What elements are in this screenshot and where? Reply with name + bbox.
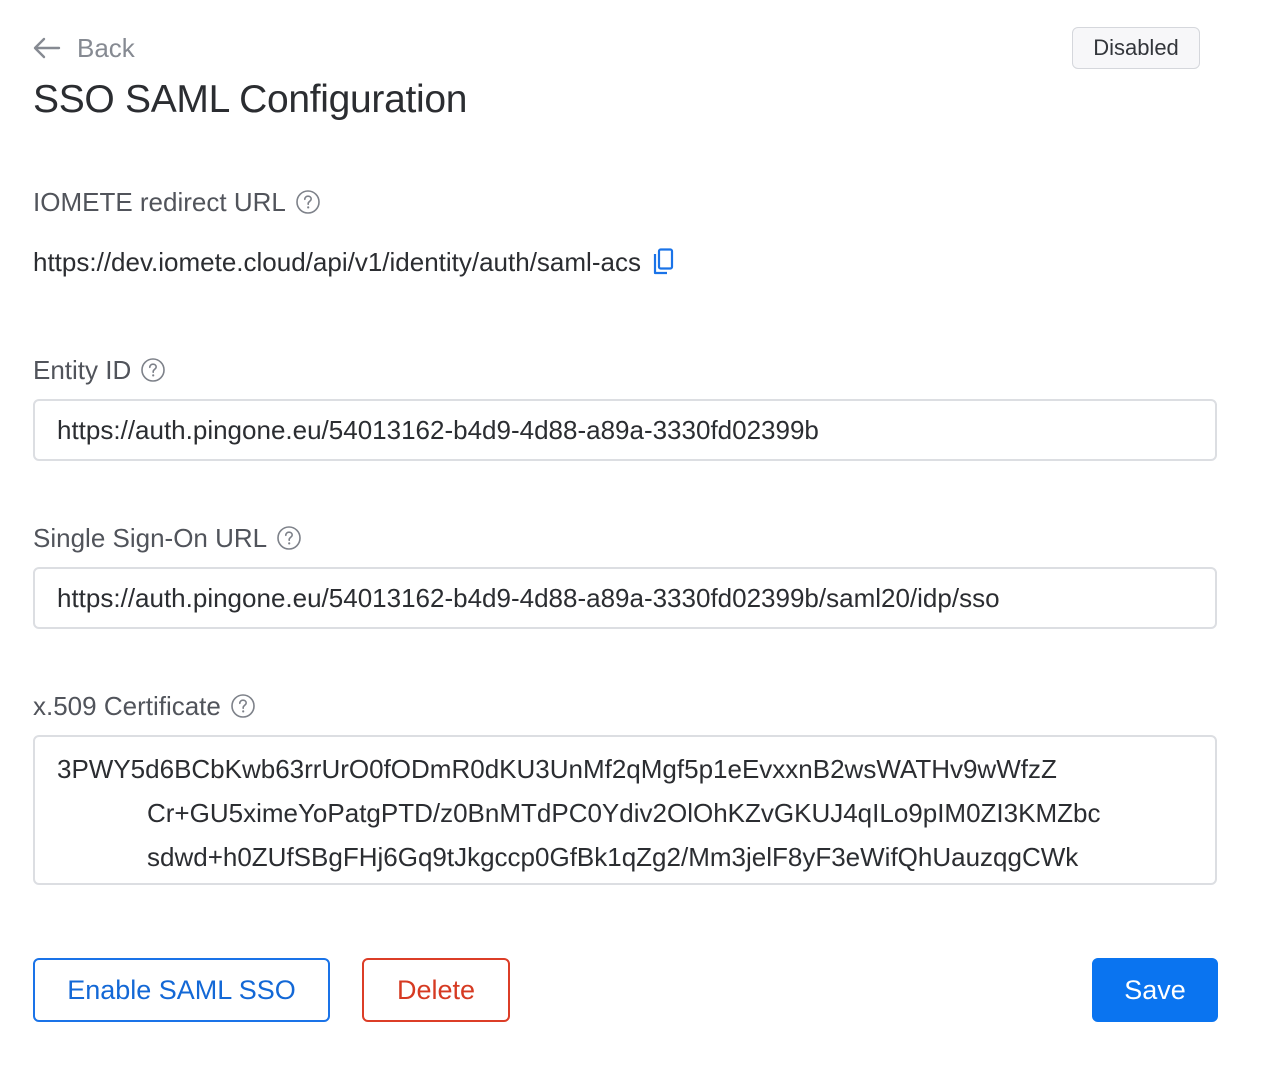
back-label: Back [77, 32, 135, 63]
entity-id-label-text: Entity ID [33, 354, 132, 385]
sso-url-label: Single Sign-On URL [33, 520, 301, 556]
redirect-url-value: https://dev.iomete.cloud/api/v1/identity… [33, 246, 641, 277]
certificate-label-text: x.509 Certificate [33, 690, 221, 721]
redirect-url-label-text: IOMETE redirect URL [33, 186, 286, 217]
certificate-line: Cr+GU5ximeYoPatgPTD/z0BnMTdPC0Ydiv2OlOhK… [147, 798, 1101, 828]
redirect-url-row: https://dev.iomete.cloud/api/v1/identity… [33, 243, 675, 281]
enable-saml-sso-button[interactable]: Enable SAML SSO [33, 958, 330, 1022]
sso-url-input[interactable] [33, 567, 1217, 629]
delete-button[interactable]: Delete [362, 958, 510, 1022]
redirect-url-label: IOMETE redirect URL [33, 184, 320, 220]
entity-id-label: Entity ID [33, 352, 166, 388]
help-icon[interactable] [141, 358, 166, 382]
certificate-textarea[interactable]: 3PWY5d6BCbKwb63rrUrO0fODmR0dKU3UnMf2qMgf… [33, 735, 1217, 885]
help-icon[interactable] [231, 694, 255, 718]
help-icon[interactable] [296, 190, 320, 214]
page-title: SSO SAML Configuration [33, 78, 468, 121]
certificate-label: x.509 Certificate [33, 688, 255, 724]
help-icon[interactable] [277, 526, 301, 550]
back-link[interactable]: Back [33, 30, 135, 66]
copy-icon[interactable] [651, 247, 675, 277]
certificate-line: 3PWY5d6BCbKwb63rrUrO0fODmR0dKU3UnMf2qMgf… [57, 754, 1057, 784]
entity-id-input[interactable] [33, 399, 1217, 461]
arrow-left-icon [33, 37, 61, 59]
sso-url-label-text: Single Sign-On URL [33, 522, 268, 553]
save-button[interactable]: Save [1092, 958, 1218, 1022]
certificate-line: sdwd+h0ZUfSBgFHj6Gq9tJkgccp0GfBk1qZg2/Mm… [147, 842, 1079, 872]
status-badge: Disabled [1072, 27, 1200, 69]
